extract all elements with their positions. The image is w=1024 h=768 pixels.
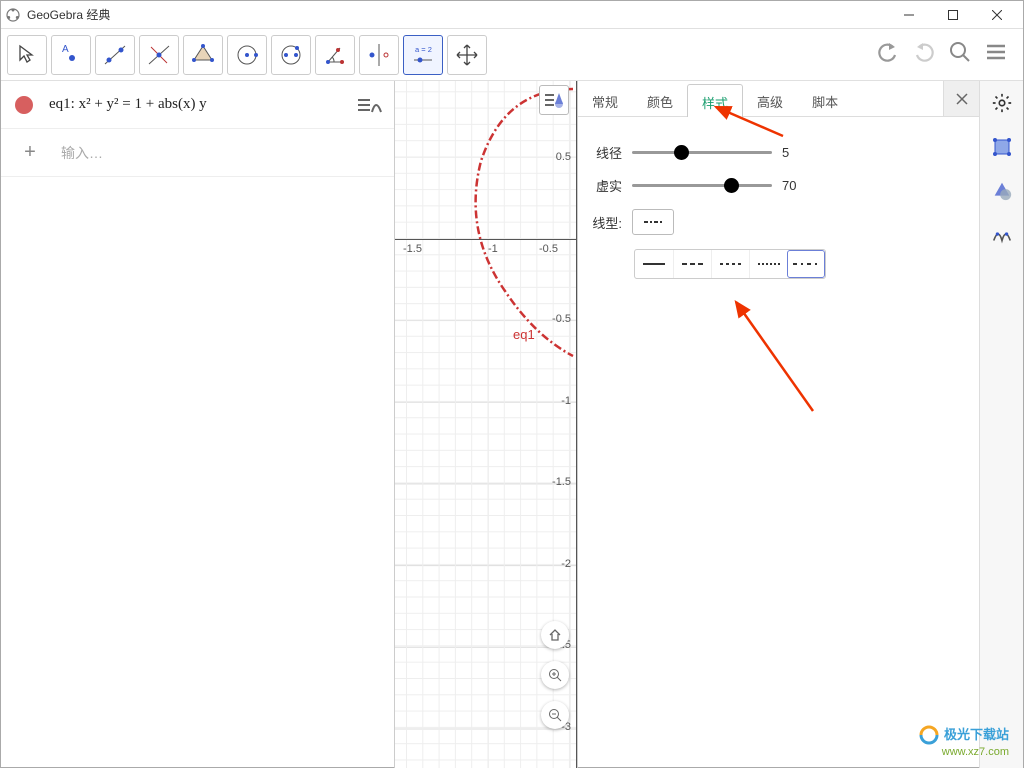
linetype-dash-dot[interactable] (787, 250, 825, 278)
tool-reflect[interactable] (359, 35, 399, 75)
search-icon[interactable] (947, 39, 973, 70)
minimize-button[interactable] (887, 1, 931, 29)
tabs-bar: 常规 颜色 样式 高级 脚本 (578, 81, 979, 117)
equation-text: eq1: x² + y² = 1 + abs(x) y (49, 96, 207, 113)
maximize-button[interactable] (931, 1, 975, 29)
svg-text:A: A (62, 44, 69, 55)
tab-script[interactable]: 脚本 (797, 83, 853, 116)
tool-polygon[interactable] (183, 35, 223, 75)
close-button[interactable] (975, 1, 1019, 29)
visibility-toggle[interactable] (15, 96, 33, 114)
linetype-dashed[interactable] (673, 250, 711, 278)
add-icon: + (15, 138, 45, 168)
linetype-short-dash[interactable] (711, 250, 749, 278)
home-button[interactable] (541, 621, 569, 649)
y-tick: -1 (561, 395, 571, 407)
toolbar: A a = 2 (1, 29, 1023, 81)
y-tick: -1.5 (552, 476, 571, 488)
linetype-row: 线型: (582, 209, 969, 235)
algebra-panel: eq1: x² + y² = 1 + abs(x) y + 输入… (1, 81, 395, 768)
style-tab-body: 线径 5 虚实 70 线型: (578, 117, 979, 291)
graphics-style-button[interactable] (539, 85, 569, 115)
watermark-icon (918, 724, 940, 746)
watermark: 极光下载站 www.xz7.com (918, 724, 1009, 759)
algebra-input[interactable]: 输入… (61, 143, 103, 163)
tool-slider[interactable]: a = 2 (403, 35, 443, 75)
opacity-label: 虚实 (582, 176, 622, 195)
menu-button[interactable] (983, 39, 1009, 70)
tool-point[interactable]: A (51, 35, 91, 75)
x-tick: -1.5 (403, 243, 422, 255)
tool-move-view[interactable] (447, 35, 487, 75)
y-tick: 0.5 (556, 151, 571, 163)
main-area: eq1: x² + y² = 1 + abs(x) y + 输入… -1.5 -… (1, 81, 1023, 768)
linetype-label: 线型: (582, 213, 622, 232)
function-icon[interactable] (988, 221, 1016, 249)
linetype-current[interactable] (632, 209, 674, 235)
x-axis (395, 239, 577, 240)
titlebar: GeoGebra 经典 (1, 1, 1023, 29)
panel-close-button[interactable] (943, 81, 979, 116)
slider-thumb[interactable] (674, 145, 689, 160)
thickness-label: 线径 (582, 143, 622, 162)
curve-label: eq1 (513, 327, 535, 342)
redo-button[interactable] (911, 39, 937, 70)
thickness-row: 线径 5 (582, 143, 969, 162)
opacity-row: 虚实 70 (582, 176, 969, 195)
svg-text:a = 2: a = 2 (415, 45, 432, 54)
thickness-slider[interactable] (632, 151, 772, 154)
algebra-row[interactable]: eq1: x² + y² = 1 + abs(x) y (1, 81, 394, 129)
tab-advanced[interactable]: 高级 (742, 83, 798, 116)
zoom-out-button[interactable] (541, 701, 569, 729)
tool-line[interactable] (95, 35, 135, 75)
linetype-dotted[interactable] (749, 250, 787, 278)
x-tick: -0.5 (539, 243, 558, 255)
graphics-panel[interactable]: -1.5 -1 -0.5 0.5 -0.5 -1 -1.5 -2 -2.5 -3… (395, 81, 577, 768)
settings-icon[interactable] (988, 89, 1016, 117)
window-title: GeoGebra 经典 (27, 6, 110, 23)
slider-thumb[interactable] (724, 178, 739, 193)
opacity-value: 70 (782, 178, 812, 193)
app-window: GeoGebra 经典 A a = 2 eq1: x² + (0, 0, 1024, 768)
tab-style[interactable]: 样式 (687, 84, 743, 117)
object-icon[interactable] (988, 133, 1016, 161)
right-sidebar (979, 81, 1023, 768)
y-tick: -2 (561, 558, 571, 570)
tool-circle[interactable] (227, 35, 267, 75)
y-tick: -0.5 (552, 313, 571, 325)
tool-perpendicular[interactable] (139, 35, 179, 75)
shape-icon[interactable] (988, 177, 1016, 205)
row-options-button[interactable] (350, 89, 388, 121)
linetype-options (634, 249, 826, 279)
tab-color[interactable]: 颜色 (632, 83, 688, 116)
app-icon (5, 7, 21, 23)
tool-ellipse[interactable] (271, 35, 311, 75)
undo-button[interactable] (875, 39, 901, 70)
tool-move[interactable] (7, 35, 47, 75)
tab-general[interactable]: 常规 (577, 83, 633, 116)
opacity-slider[interactable] (632, 184, 772, 187)
properties-panel: 常规 颜色 样式 高级 脚本 线径 5 (577, 81, 1023, 768)
thickness-value: 5 (782, 145, 812, 160)
zoom-in-button[interactable] (541, 661, 569, 689)
tool-angle[interactable] (315, 35, 355, 75)
linetype-solid[interactable] (635, 250, 673, 278)
algebra-input-row[interactable]: + 输入… (1, 129, 394, 177)
x-tick: -1 (488, 243, 498, 255)
